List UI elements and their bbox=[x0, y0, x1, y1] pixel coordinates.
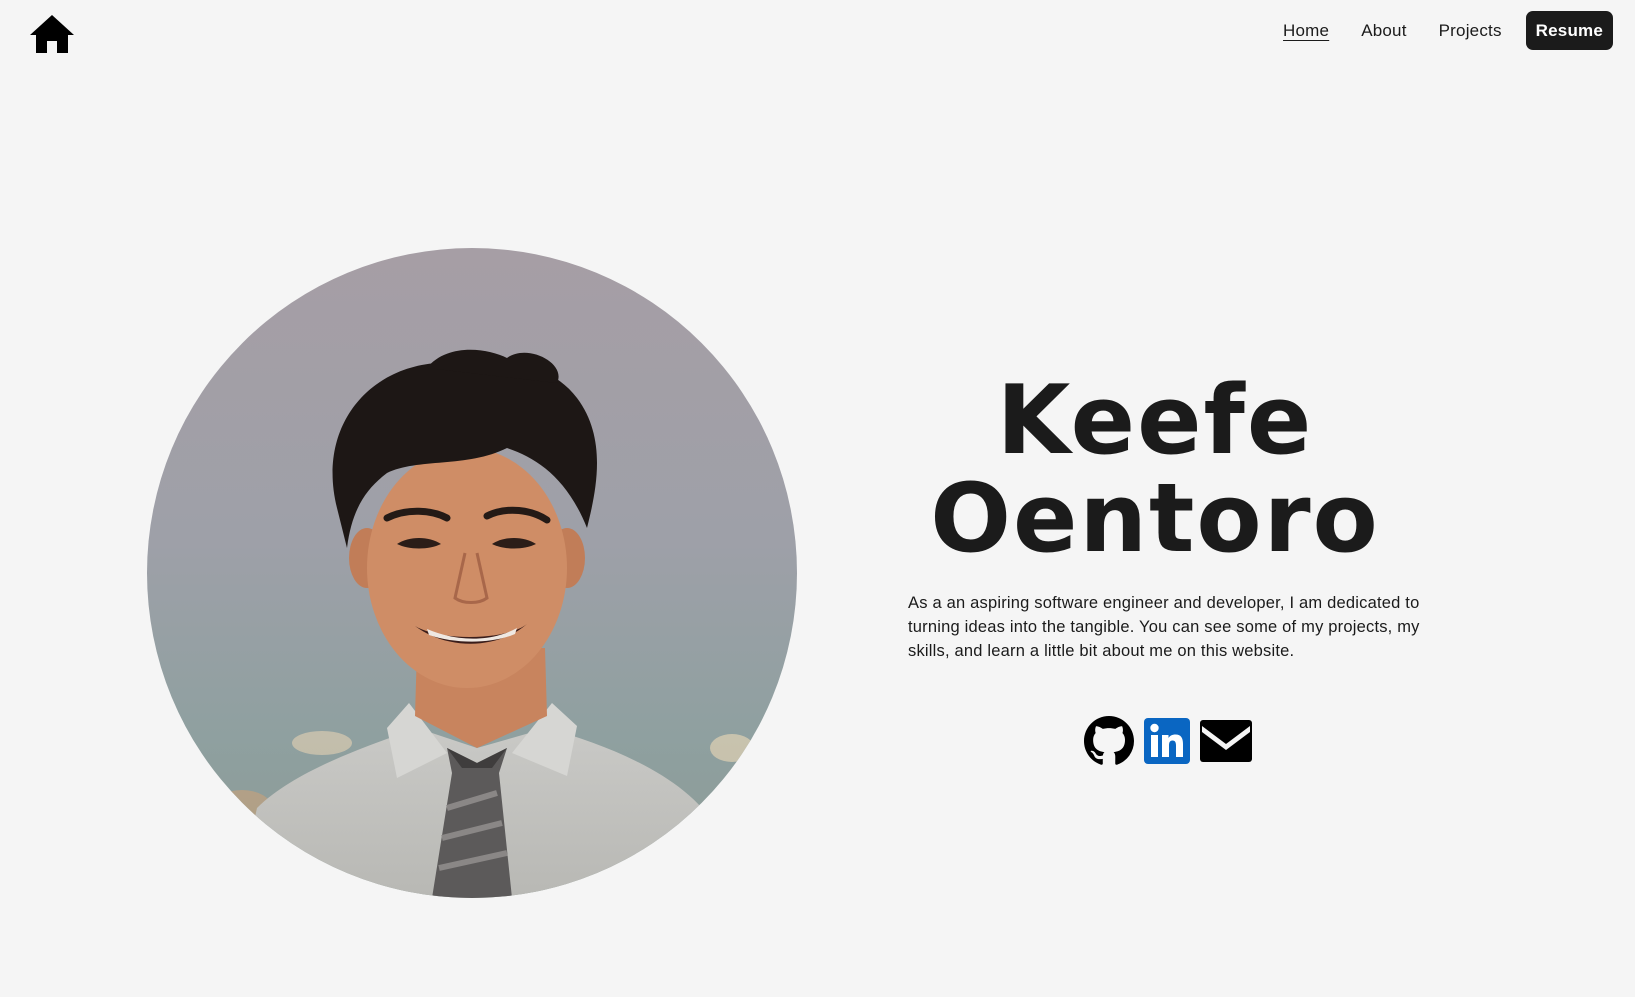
nav-projects-link[interactable]: Projects bbox=[1439, 21, 1502, 41]
hero-bio: As a an aspiring software engineer and d… bbox=[908, 594, 1420, 660]
last-name: Oentoro bbox=[930, 464, 1380, 574]
linkedin-icon[interactable] bbox=[1144, 718, 1190, 769]
top-nav: Home About Projects Resume bbox=[1251, 11, 1613, 50]
email-icon[interactable] bbox=[1200, 720, 1252, 767]
resume-button[interactable]: Resume bbox=[1525, 11, 1613, 50]
nav-home-link[interactable]: Home bbox=[1283, 21, 1329, 41]
hero-name: Keefe Oentoro bbox=[880, 372, 1430, 568]
nav-about-link[interactable]: About bbox=[1361, 21, 1406, 41]
profile-photo bbox=[147, 248, 797, 898]
social-links bbox=[1084, 716, 1252, 771]
home-icon[interactable] bbox=[29, 14, 75, 54]
first-name: Keefe bbox=[996, 366, 1314, 476]
github-icon[interactable] bbox=[1084, 716, 1134, 771]
